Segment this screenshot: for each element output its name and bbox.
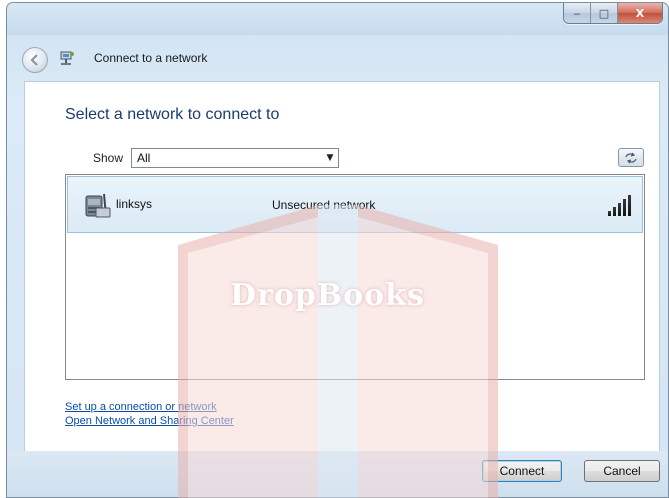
refresh-icon xyxy=(625,152,637,163)
content-panel: Select a network to connect to Show All … xyxy=(24,81,660,453)
show-filter-value: All xyxy=(137,151,151,165)
page-heading: Select a network to connect to xyxy=(65,106,280,123)
screen: ‒ □ X Connect to a network Select a netw… xyxy=(0,0,669,498)
links-area: Set up a connection or network Open Netw… xyxy=(65,400,234,428)
refresh-button[interactable] xyxy=(618,148,644,167)
network-list[interactable]: linksys Unsecured network xyxy=(65,174,645,380)
title-bar: ‒ □ X xyxy=(7,3,668,35)
setup-connection-link[interactable]: Set up a connection or network xyxy=(65,400,234,414)
back-button[interactable] xyxy=(22,47,48,73)
network-security-status: Unsecured network xyxy=(272,198,376,212)
back-arrow-icon xyxy=(30,54,38,66)
connect-dialog-window: ‒ □ X Connect to a network Select a netw… xyxy=(6,2,669,498)
signal-strength-icon xyxy=(608,192,640,216)
dialog-footer: Connect Cancel xyxy=(7,451,668,497)
close-button[interactable]: X xyxy=(618,3,662,23)
window-title: Connect to a network xyxy=(94,51,208,65)
router-icon xyxy=(85,193,111,218)
minimize-button[interactable]: ‒ xyxy=(564,3,591,23)
cancel-button[interactable]: Cancel xyxy=(584,460,660,482)
caption-buttons: ‒ □ X xyxy=(563,3,663,24)
show-filter-select[interactable]: All ▼ xyxy=(131,148,339,168)
network-sharing-center-link[interactable]: Open Network and Sharing Center xyxy=(65,414,234,428)
network-list-item[interactable]: linksys Unsecured network xyxy=(67,176,643,233)
network-connect-icon xyxy=(60,51,74,65)
connect-button[interactable]: Connect xyxy=(482,460,562,482)
network-name: linksys xyxy=(116,197,153,211)
chevron-down-icon: ▼ xyxy=(326,153,334,163)
show-label: Show xyxy=(93,151,124,165)
maximize-button[interactable]: □ xyxy=(591,3,618,23)
